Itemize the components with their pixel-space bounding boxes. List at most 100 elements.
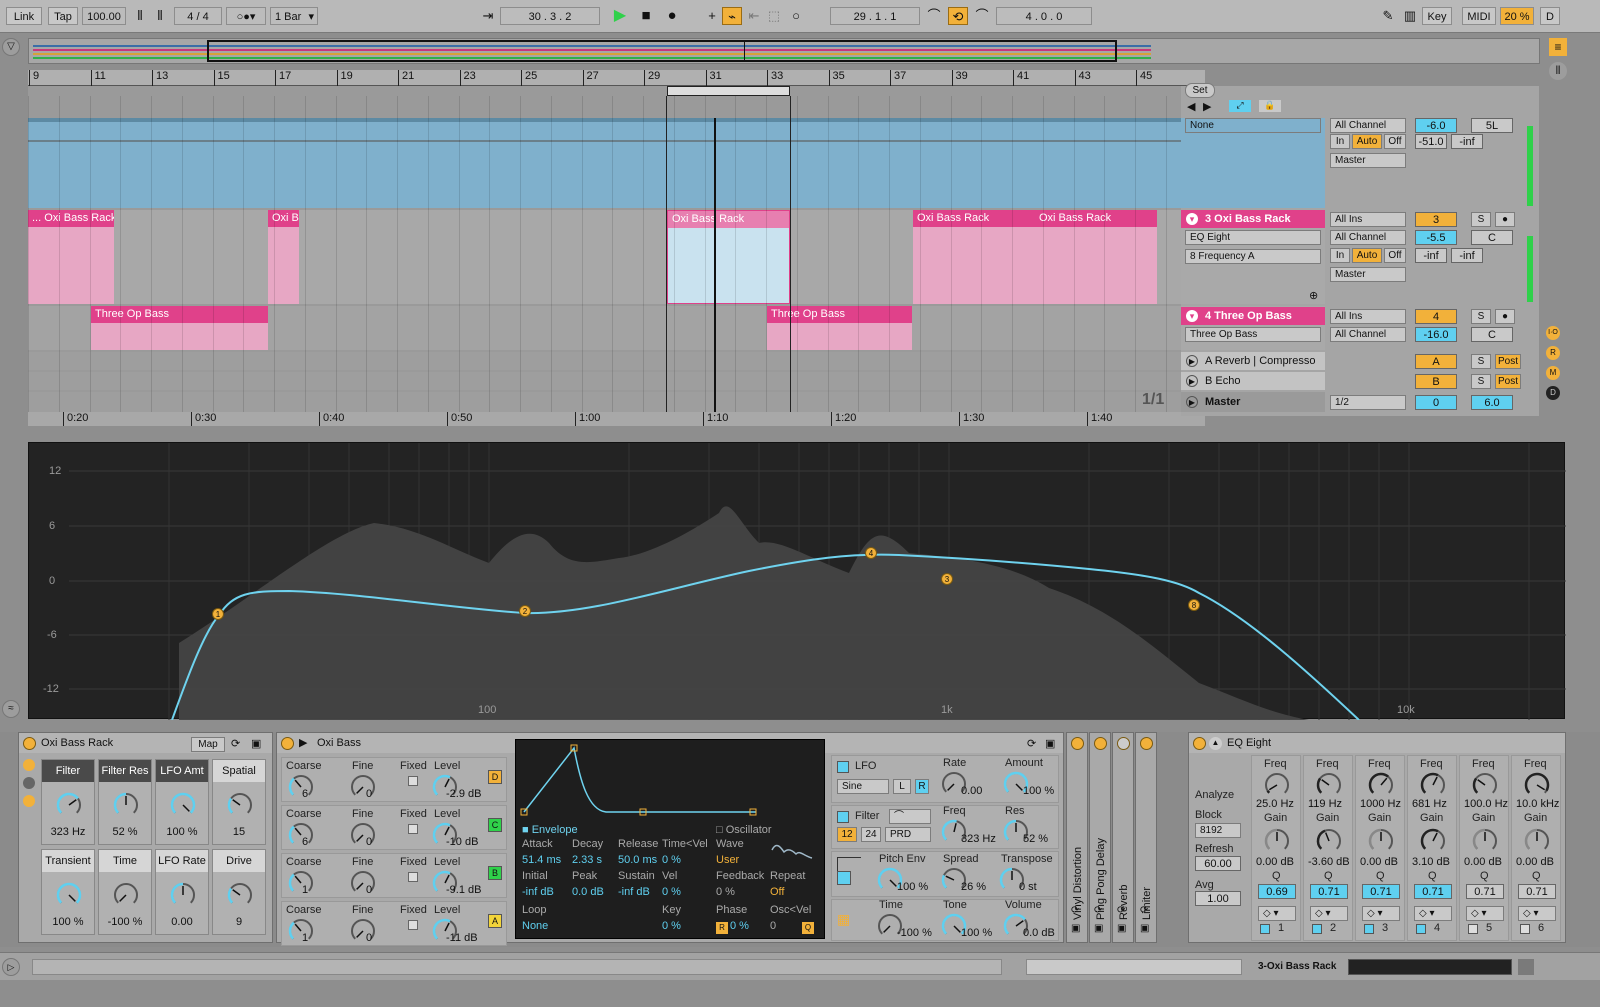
- clip-oxi-bass-rack[interactable]: Oxi Ba: [268, 210, 299, 304]
- macro-knob[interactable]: [168, 790, 198, 820]
- metronome-button[interactable]: ○●▾: [226, 7, 266, 25]
- pan-field[interactable]: 5L: [1471, 118, 1513, 133]
- tempo-field[interactable]: 100.00: [82, 7, 126, 25]
- macro-7[interactable]: LFO Rate 0.00: [155, 849, 209, 935]
- oscillator-tab[interactable]: □ Oscillator: [716, 824, 772, 836]
- macro-knob[interactable]: [54, 880, 84, 910]
- attack-value[interactable]: 51.4 ms: [522, 854, 561, 866]
- macro-6[interactable]: Time -100 %: [98, 849, 152, 935]
- q-field[interactable]: 0.71: [1362, 884, 1400, 899]
- clip-oxi-bass-rack[interactable]: ... Oxi Bass Rack: [28, 210, 114, 304]
- gain-knob[interactable]: [1262, 826, 1292, 856]
- fold-icon[interactable]: ▶: [1186, 355, 1198, 367]
- overview-viewport[interactable]: [207, 40, 1117, 62]
- envelope-graph[interactable]: [516, 740, 826, 820]
- play-preview-icon[interactable]: ▶: [299, 736, 307, 749]
- fold-icon[interactable]: ▾: [1186, 310, 1198, 322]
- fixed-checkbox[interactable]: [408, 776, 418, 786]
- freq-knob[interactable]: [1366, 770, 1396, 800]
- fixed-checkbox[interactable]: [408, 920, 418, 930]
- fixed-checkbox[interactable]: [408, 872, 418, 882]
- fine-knob[interactable]: [348, 868, 378, 898]
- pan-field[interactable]: C: [1471, 327, 1513, 342]
- device-activator-icon[interactable]: [1117, 737, 1130, 750]
- track-lane-1[interactable]: [28, 118, 1205, 208]
- hot-swap-icon[interactable]: ⟳: [231, 737, 240, 750]
- q-field[interactable]: 0.71: [1466, 884, 1504, 899]
- master-volume-field[interactable]: 6.0: [1471, 395, 1513, 410]
- device-activator-icon[interactable]: [1140, 737, 1153, 750]
- macro-5[interactable]: Transient 100 %: [41, 849, 95, 935]
- filter-type-select[interactable]: ◇ ▾: [1414, 906, 1452, 921]
- band-on-toggle[interactable]: [1364, 924, 1374, 934]
- loop-start-field[interactable]: 29 . 1 . 1: [830, 7, 920, 25]
- device-chooser[interactable]: EQ Eight: [1185, 230, 1321, 245]
- filter-24-button[interactable]: 24: [861, 827, 881, 842]
- repeat-value[interactable]: Off: [770, 886, 784, 898]
- eq-spectrum-display[interactable]: 12 6 0 -6 -12 100 1k 10k 1 2 4 3 8: [28, 442, 1566, 720]
- fine-knob[interactable]: [348, 772, 378, 802]
- clip-oxi-bass-rack-selected[interactable]: Oxi Bass Rack: [667, 210, 790, 304]
- post-button[interactable]: Post: [1495, 354, 1521, 369]
- input-type-select[interactable]: All Ins: [1330, 309, 1406, 324]
- monitor-in-button[interactable]: In: [1330, 134, 1350, 149]
- device-activator-icon[interactable]: [281, 737, 294, 750]
- gain-knob[interactable]: [1314, 826, 1344, 856]
- input-channel-select[interactable]: All Channel: [1330, 230, 1406, 245]
- coarse-knob[interactable]: [286, 820, 316, 850]
- volume-field[interactable]: -5.5: [1415, 230, 1457, 245]
- operator-toggle[interactable]: D: [488, 770, 502, 784]
- freq-knob[interactable]: [1262, 770, 1292, 800]
- eq-band-handle-8[interactable]: 8: [1188, 599, 1200, 611]
- device-view-icon[interactable]: [23, 795, 35, 807]
- input-type-select[interactable]: All Ins: [1330, 212, 1406, 227]
- hot-swap-icon[interactable]: ⟳: [1117, 905, 1125, 916]
- overdub-icon[interactable]: +: [702, 7, 722, 25]
- macro-8[interactable]: Drive 9: [212, 849, 266, 935]
- decay-value[interactable]: 2.33 s: [572, 854, 602, 866]
- keyboard-icon[interactable]: ▥: [1400, 7, 1420, 25]
- freq-knob[interactable]: [1470, 770, 1500, 800]
- clip-oxi-bass-rack[interactable]: Oxi Bass Rack: [913, 210, 1035, 304]
- arrangement-view[interactable]: ... Oxi Bass Rack Oxi Ba Oxi Bass Rack O…: [28, 86, 1205, 426]
- device-overview-thumbnail[interactable]: [1348, 959, 1512, 975]
- peak-value[interactable]: 0.0 dB: [572, 886, 604, 898]
- solo-button[interactable]: S: [1471, 354, 1491, 369]
- device-activator-icon[interactable]: [1193, 737, 1206, 750]
- punch-in-icon[interactable]: ⌒: [924, 7, 944, 25]
- lfo-toggle[interactable]: [837, 761, 849, 773]
- macro-knob[interactable]: [225, 790, 255, 820]
- arm-button[interactable]: ●: [1495, 309, 1515, 324]
- refresh-field[interactable]: 60.00: [1195, 856, 1241, 871]
- hot-swap-icon[interactable]: ⟳: [1071, 905, 1079, 916]
- pan-field[interactable]: C: [1471, 230, 1513, 245]
- filter-type-select[interactable]: ⌒: [889, 809, 931, 824]
- solo-button[interactable]: S: [1471, 309, 1491, 324]
- clip-three-op-bass[interactable]: Three Op Bass: [91, 306, 268, 350]
- map-button[interactable]: Map: [191, 737, 225, 752]
- operator-toggle[interactable]: A: [488, 914, 502, 928]
- algorithm-icon[interactable]: ▦: [837, 911, 853, 927]
- macro-view-icon[interactable]: [23, 759, 35, 771]
- gain-knob[interactable]: [1366, 826, 1396, 856]
- lfo-l-button[interactable]: L: [893, 779, 911, 794]
- midi-map-button[interactable]: MIDI: [1462, 7, 1496, 25]
- save-preset-icon[interactable]: ▣: [1140, 923, 1149, 934]
- tap-tempo-button[interactable]: Tap: [48, 7, 78, 25]
- device-activator-icon[interactable]: [1071, 737, 1084, 750]
- volume-field[interactable]: -16.0: [1415, 327, 1457, 342]
- q-field[interactable]: 0.71: [1310, 884, 1348, 899]
- wave-value[interactable]: User: [716, 854, 739, 866]
- device-activator-icon[interactable]: [23, 737, 36, 750]
- expand-icon[interactable]: ▲: [1209, 737, 1222, 750]
- hot-swap-icon[interactable]: ⟳: [1027, 737, 1036, 750]
- returns-toggle-icon[interactable]: R: [1546, 346, 1560, 360]
- avg-field[interactable]: 1.00: [1195, 891, 1241, 906]
- band-on-toggle[interactable]: [1520, 924, 1530, 934]
- macro-knob[interactable]: [111, 880, 141, 910]
- set-locator-button[interactable]: Set: [1185, 83, 1215, 98]
- save-preset-icon[interactable]: ▣: [1094, 923, 1103, 934]
- quantize-select[interactable]: 1 Bar ▾: [270, 7, 318, 25]
- filter-type-select[interactable]: ◇ ▾: [1258, 906, 1296, 921]
- detail-toggle-icon[interactable]: ≈: [2, 700, 20, 718]
